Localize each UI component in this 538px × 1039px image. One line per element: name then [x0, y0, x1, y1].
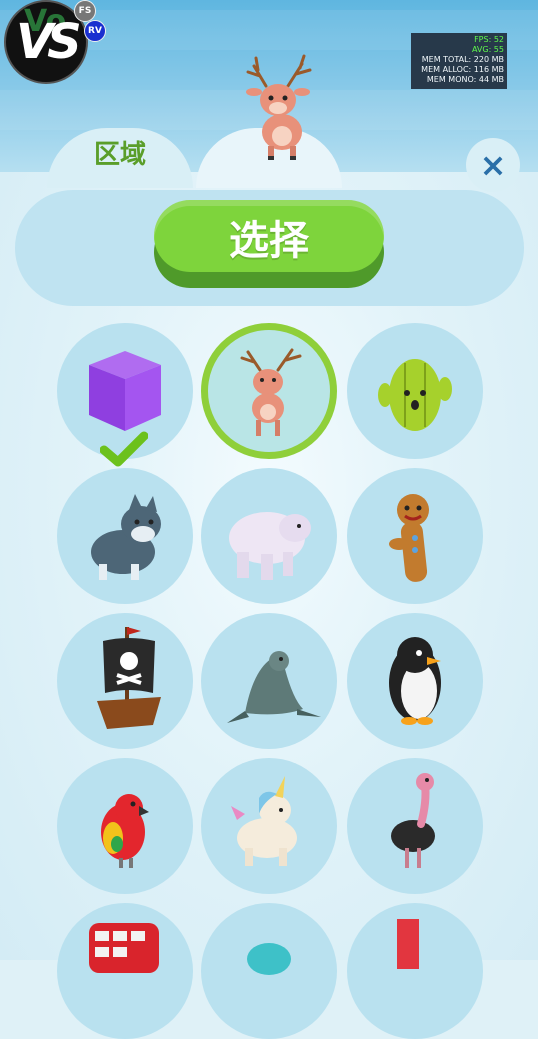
tab-region-label: 区域	[93, 140, 146, 170]
character-slot-seal[interactable]	[201, 613, 337, 749]
character-slot-ostrich[interactable]	[347, 758, 483, 894]
character-slot-red-bus[interactable]	[57, 903, 193, 1039]
character-slot-unicorn[interactable]	[201, 758, 337, 894]
deer-icon	[240, 348, 302, 436]
equipped-check-icon	[100, 431, 148, 467]
penguin-icon	[389, 637, 441, 725]
cactus-icon	[378, 359, 452, 431]
mem-alloc-readout: MEM ALLOC: 116 MB	[421, 65, 504, 74]
character-slot-gingerbread-man[interactable]	[347, 468, 483, 604]
select-button[interactable]: 选择	[154, 200, 384, 288]
polar-bear-icon	[229, 512, 311, 580]
teal-ball-icon	[247, 943, 291, 975]
fps-readout: FPS: 52	[474, 35, 504, 44]
character-slot-teal-ball[interactable]	[201, 903, 337, 1039]
character-slot-wolf[interactable]	[57, 468, 193, 604]
character-slot-deer[interactable]	[201, 323, 337, 459]
seal-icon	[227, 651, 321, 723]
parrot-icon	[101, 794, 149, 868]
character-slot-cactus[interactable]	[347, 323, 483, 459]
mem-mono-readout: MEM MONO: 44 MB	[426, 75, 504, 84]
character-slot-penguin[interactable]	[347, 613, 483, 749]
red-block-icon	[397, 919, 419, 969]
character-slot-polar-bear[interactable]	[201, 468, 337, 604]
wolf-icon	[91, 494, 161, 580]
performance-overlay: FPS: 52 AVG: 55 MEM TOTAL: 220 MB MEM AL…	[411, 33, 507, 89]
avg-fps-readout: AVG: 55	[471, 45, 504, 54]
gingerbread-man-icon	[389, 494, 429, 582]
tab-region[interactable]: 区域	[47, 128, 193, 188]
red-bus-icon	[89, 923, 159, 973]
fs-badge[interactable]: FS	[74, 0, 96, 22]
rv-badge[interactable]: RV	[84, 20, 106, 42]
mem-total-readout: MEM TOTAL: 220 MB	[421, 55, 504, 64]
character-slot-parrot[interactable]	[57, 758, 193, 894]
vs-logo-text: VS	[16, 14, 82, 70]
unicorn-icon	[231, 776, 297, 866]
character-slot-pirate-ship[interactable]	[57, 613, 193, 749]
character-slot-red-block[interactable]	[347, 903, 483, 1039]
pirate-ship-icon	[97, 627, 161, 729]
deer-tab-icon	[246, 54, 312, 160]
close-icon: ×	[479, 146, 507, 184]
close-button[interactable]: ×	[466, 138, 520, 192]
ostrich-icon	[391, 773, 435, 868]
select-button-label: 选择	[229, 218, 309, 264]
